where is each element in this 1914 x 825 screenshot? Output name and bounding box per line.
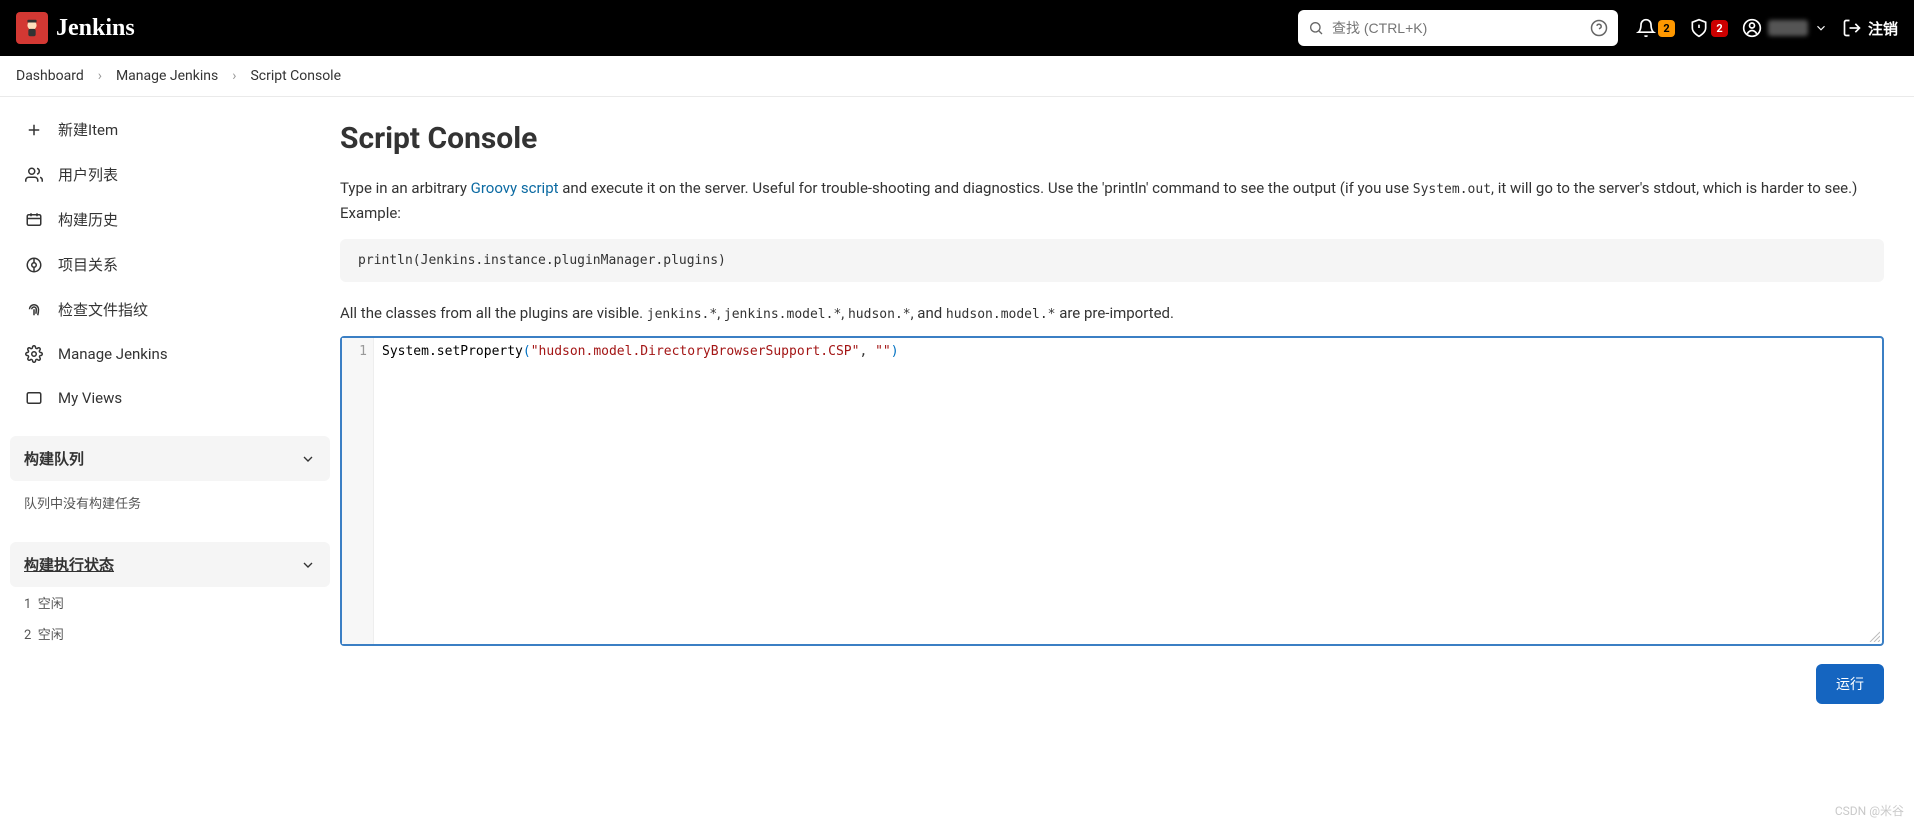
- views-icon: [24, 388, 44, 408]
- relation-icon: [24, 255, 44, 275]
- user-menu[interactable]: [1742, 18, 1828, 38]
- sidebar-item-views[interactable]: My Views: [10, 378, 330, 418]
- sidebar-item-manage[interactable]: Manage Jenkins: [10, 334, 330, 374]
- editor-code-area[interactable]: System.setProperty("hudson.model.Directo…: [374, 338, 1882, 644]
- username-redacted: [1768, 20, 1808, 36]
- executor-row: 1 空闲: [10, 587, 330, 618]
- security-badge: 2: [1711, 20, 1728, 37]
- line-number: 1: [342, 344, 367, 359]
- gear-icon: [24, 344, 44, 364]
- script-editor[interactable]: 1 System.setProperty("hudson.model.Direc…: [340, 336, 1884, 646]
- sidebar-item-label: 项目关系: [58, 254, 118, 275]
- sidebar-item-label: 构建历史: [58, 209, 118, 230]
- main-content: Script Console Type in an arbitrary Groo…: [340, 97, 1914, 744]
- user-icon: [1742, 18, 1762, 38]
- breadcrumb-item[interactable]: Script Console: [250, 68, 341, 84]
- plugins-text: All the classes from all the plugins are…: [340, 304, 1884, 322]
- sidebar-item-label: 用户列表: [58, 164, 118, 185]
- security-button[interactable]: 2: [1689, 18, 1728, 38]
- top-header: Jenkins 2 2 注销: [0, 0, 1914, 56]
- chevron-down-icon: [300, 451, 316, 467]
- logout-button[interactable]: 注销: [1842, 18, 1898, 39]
- executor-header[interactable]: 构建执行状态: [10, 542, 330, 587]
- chevron-right-icon: ›: [232, 68, 236, 84]
- logout-label: 注销: [1868, 18, 1898, 39]
- plus-icon: [24, 120, 44, 140]
- chevron-right-icon: ›: [98, 68, 102, 84]
- sidebar-item-relation[interactable]: 项目关系: [10, 244, 330, 285]
- editor-gutter: 1: [342, 338, 374, 644]
- sidebar-item-fingerprint[interactable]: 检查文件指纹: [10, 289, 330, 330]
- intro-text: Type in an arbitrary Groovy script and e…: [340, 176, 1884, 225]
- help-icon[interactable]: [1590, 19, 1608, 37]
- sidebar: 新建Item 用户列表 构建历史 项目关系 检查文件指纹 Manage Jenk…: [0, 97, 340, 744]
- sidebar-item-history[interactable]: 构建历史: [10, 199, 330, 240]
- run-button[interactable]: 运行: [1816, 664, 1884, 704]
- fingerprint-icon: [24, 300, 44, 320]
- example-code-block: println(Jenkins.instance.pluginManager.p…: [340, 239, 1884, 282]
- sidebar-item-label: My Views: [58, 389, 122, 407]
- history-icon: [24, 210, 44, 230]
- sidebar-item-label: 检查文件指纹: [58, 299, 148, 320]
- notifications-button[interactable]: 2: [1636, 18, 1675, 38]
- search-input[interactable]: [1332, 20, 1582, 36]
- chevron-down-icon: [1814, 21, 1828, 35]
- breadcrumb-item[interactable]: Dashboard: [16, 68, 84, 84]
- page-title: Script Console: [340, 121, 1884, 156]
- notification-badge: 2: [1658, 20, 1675, 37]
- build-queue-panel: 构建队列 队列中没有构建任务: [10, 436, 330, 524]
- logo-area[interactable]: Jenkins: [16, 12, 135, 44]
- search-box[interactable]: [1298, 10, 1618, 46]
- build-queue-title: 构建队列: [24, 448, 84, 469]
- watermark: CSDN @米谷: [1835, 802, 1904, 819]
- search-icon: [1308, 20, 1324, 36]
- resize-handle-icon[interactable]: [1868, 630, 1880, 642]
- executor-row: 2 空闲: [10, 618, 330, 649]
- build-queue-header[interactable]: 构建队列: [10, 436, 330, 481]
- logout-icon: [1842, 18, 1862, 38]
- bell-icon: [1636, 18, 1656, 38]
- sidebar-item-label: Manage Jenkins: [58, 345, 168, 363]
- brand-name: Jenkins: [56, 15, 135, 42]
- header-actions: 2 2 注销: [1636, 18, 1898, 39]
- shield-alert-icon: [1689, 18, 1709, 38]
- sidebar-item-label: 新建Item: [58, 119, 118, 140]
- sidebar-item-new[interactable]: 新建Item: [10, 109, 330, 150]
- breadcrumb-item[interactable]: Manage Jenkins: [116, 68, 218, 84]
- chevron-down-icon: [300, 557, 316, 573]
- users-icon: [24, 165, 44, 185]
- build-queue-empty: 队列中没有构建任务: [10, 481, 330, 524]
- groovy-link[interactable]: Groovy script: [471, 179, 559, 197]
- breadcrumb: Dashboard › Manage Jenkins › Script Cons…: [0, 56, 1914, 97]
- executor-panel: 构建执行状态 1 空闲 2 空闲: [10, 542, 330, 649]
- executor-title: 构建执行状态: [24, 554, 114, 575]
- sidebar-item-users[interactable]: 用户列表: [10, 154, 330, 195]
- jenkins-logo-icon: [16, 12, 48, 44]
